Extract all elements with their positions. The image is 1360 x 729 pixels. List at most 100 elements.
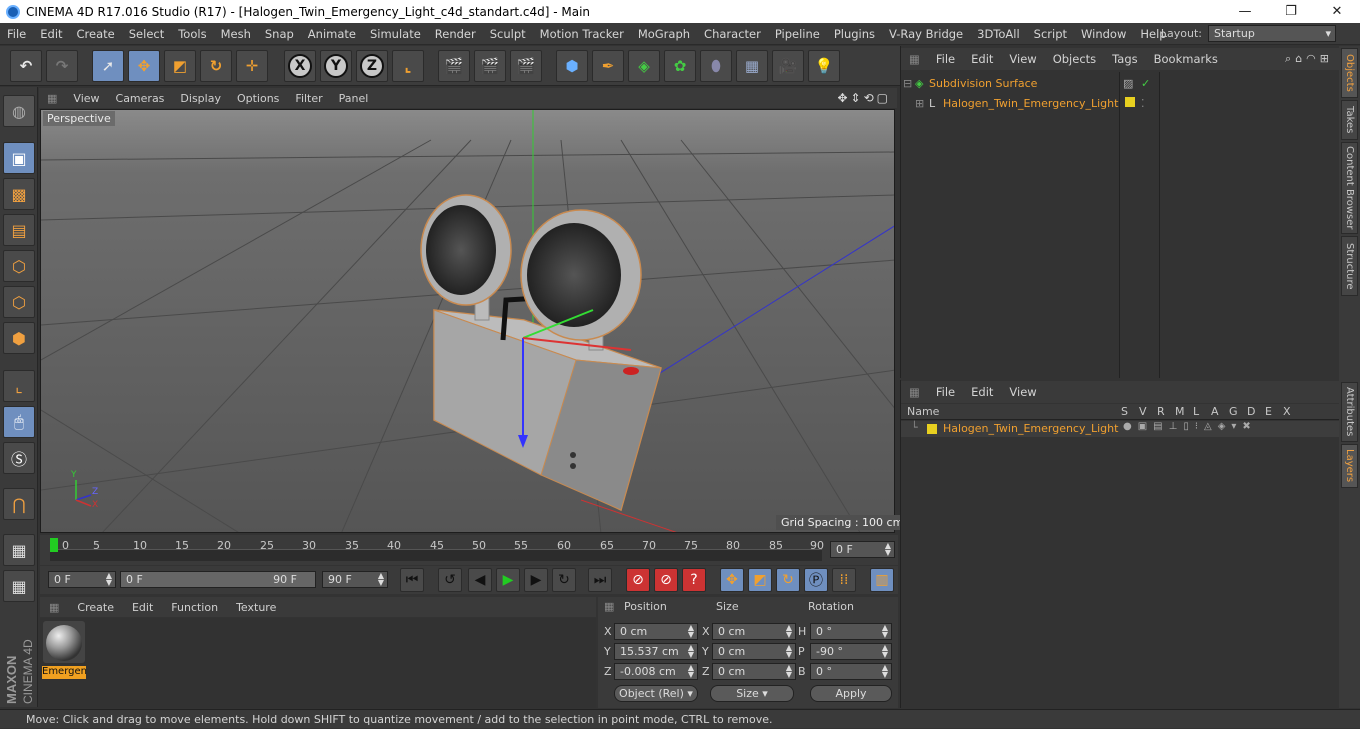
- workplane-icon[interactable]: ▤: [3, 214, 35, 246]
- subdivision-icon[interactable]: ◈: [628, 50, 660, 82]
- rotation-p-field[interactable]: -90 ° ▲ ▼: [810, 643, 892, 660]
- start-frame-field[interactable]: 0 F ▲ ▼: [48, 571, 116, 588]
- coordinate-system-icon[interactable]: ⌞: [392, 50, 424, 82]
- axis-mode-icon[interactable]: ⌞: [3, 370, 35, 402]
- layer-col-x[interactable]: X: [1283, 405, 1291, 418]
- texture-mode-icon[interactable]: ▩: [3, 178, 35, 210]
- tab-content-browser[interactable]: Content Browser: [1341, 142, 1358, 234]
- material-preview-sphere[interactable]: [43, 621, 85, 663]
- layer-color-tag[interactable]: [1125, 97, 1135, 110]
- x-axis-lock-icon[interactable]: X: [284, 50, 316, 82]
- redo-icon[interactable]: ↷: [46, 50, 78, 82]
- polygons-mode-icon[interactable]: ⬢: [3, 322, 35, 354]
- rotation-b-field[interactable]: 0 ° ▲ ▼: [810, 663, 892, 680]
- viewport-menu-filter[interactable]: Filter: [287, 92, 330, 105]
- previous-frame-icon[interactable]: ◀: [468, 568, 492, 592]
- magnet-icon[interactable]: ⋂: [3, 488, 35, 520]
- visibility-dots-icon[interactable]: ⁚: [1141, 97, 1145, 110]
- layer-menu-file[interactable]: File: [928, 385, 963, 399]
- layer-col-e[interactable]: E: [1265, 405, 1272, 418]
- object-menu-tags[interactable]: Tags: [1104, 52, 1145, 66]
- menu-3dtoall[interactable]: 3DToAll: [970, 27, 1027, 41]
- layer-flag-icons[interactable]: ●▣▤⊥▯⁝◬◈▾✖: [1123, 421, 1257, 432]
- material-name-label[interactable]: Emergen: [42, 666, 86, 679]
- tree-expand-icon[interactable]: ⊞: [915, 97, 929, 110]
- menu-create[interactable]: Create: [70, 27, 122, 41]
- render-view-icon[interactable]: 🎬: [438, 50, 470, 82]
- object-name[interactable]: Halogen_Twin_Emergency_Light: [943, 97, 1118, 110]
- menu-character[interactable]: Character: [697, 27, 768, 41]
- 3d-viewport[interactable]: Y Z X: [40, 109, 895, 533]
- layer-name-header[interactable]: Name: [907, 405, 939, 418]
- layer-menu-edit[interactable]: Edit: [963, 385, 1001, 399]
- edges-mode-icon[interactable]: ⬡: [3, 286, 35, 318]
- menu-vray-bridge[interactable]: V-Ray Bridge: [882, 27, 970, 41]
- layer-col-r[interactable]: R: [1157, 405, 1165, 418]
- viewport-menu-cameras[interactable]: Cameras: [108, 92, 173, 105]
- layer-col-g[interactable]: G: [1229, 405, 1238, 418]
- menu-script[interactable]: Script: [1027, 27, 1074, 41]
- layer-row[interactable]: └ Halogen_Twin_Emergency_Light ●▣▤⊥▯⁝◬◈▾…: [901, 421, 1339, 437]
- layer-col-s[interactable]: S: [1121, 405, 1128, 418]
- tab-objects[interactable]: Objects: [1341, 48, 1358, 98]
- layer-menu-view[interactable]: View: [1001, 385, 1044, 399]
- floor-icon[interactable]: ▦: [736, 50, 768, 82]
- key-pla-icon[interactable]: ⁞⁞: [832, 568, 856, 592]
- material-menu-texture[interactable]: Texture: [227, 601, 285, 614]
- layer-col-l[interactable]: L: [1193, 405, 1199, 418]
- viewport-menu-display[interactable]: Display: [172, 92, 229, 105]
- object-menu-edit[interactable]: Edit: [963, 52, 1001, 66]
- render-picture-viewer-icon[interactable]: 🎬: [474, 50, 506, 82]
- size-z-field[interactable]: 0 cm ▲ ▼: [712, 663, 796, 680]
- light-icon[interactable]: 💡: [808, 50, 840, 82]
- pen-spline-icon[interactable]: ✒: [592, 50, 624, 82]
- viewport-navigation-icons[interactable]: ✥⇕⟲▢: [837, 91, 891, 105]
- layer-col-m[interactable]: M: [1175, 405, 1185, 418]
- viewport-menu-panel[interactable]: Panel: [331, 92, 377, 105]
- model-mode-icon[interactable]: ▣: [3, 142, 35, 174]
- go-to-end-icon[interactable]: ⏭: [588, 568, 612, 592]
- z-axis-lock-icon[interactable]: Z: [356, 50, 388, 82]
- undo-icon[interactable]: ↶: [10, 50, 42, 82]
- layer-col-a[interactable]: A: [1211, 405, 1219, 418]
- size-y-field[interactable]: 0 cm ▲ ▼: [712, 643, 796, 660]
- array-icon[interactable]: ✿: [664, 50, 696, 82]
- key-parameter-icon[interactable]: Ⓟ: [804, 568, 828, 592]
- end-frame-field[interactable]: 90 F ▲ ▼: [322, 571, 388, 588]
- key-rotation-icon[interactable]: ↻: [776, 568, 800, 592]
- viewport-menu-options[interactable]: Options: [229, 92, 287, 105]
- camera-icon[interactable]: 🎥: [772, 50, 804, 82]
- apply-button[interactable]: Apply: [810, 685, 892, 702]
- cube-primitive-icon[interactable]: ⬢: [556, 50, 588, 82]
- menu-motion-tracker[interactable]: Motion Tracker: [533, 27, 631, 41]
- timeline-ruler[interactable]: 0 5 10 15 20 25 30 35 40 45 50 55 60 65 …: [40, 535, 898, 565]
- timeline-playhead[interactable]: [50, 538, 58, 552]
- tweak-mode-icon[interactable]: 🖱: [3, 406, 35, 438]
- make-editable-icon[interactable]: ◍: [3, 95, 35, 127]
- record-keys-icon[interactable]: ⊘: [626, 568, 650, 592]
- visibility-toggle-icon[interactable]: ▨: [1123, 77, 1133, 90]
- menu-pipeline[interactable]: Pipeline: [768, 27, 827, 41]
- tree-collapse-icon[interactable]: ⊟: [903, 77, 915, 90]
- menu-sculpt[interactable]: Sculpt: [483, 27, 533, 41]
- object-menu-objects[interactable]: Objects: [1045, 52, 1104, 66]
- render-settings-icon[interactable]: 🎬: [510, 50, 542, 82]
- menu-simulate[interactable]: Simulate: [363, 27, 428, 41]
- position-x-field[interactable]: 0 cm ▲ ▼: [614, 623, 698, 640]
- size-mode-dropdown[interactable]: Size ▾: [710, 685, 794, 702]
- object-search-nav-icons[interactable]: ⌕⌂◠⊞: [1285, 52, 1333, 66]
- tab-structure[interactable]: Structure: [1341, 236, 1358, 296]
- maximize-icon[interactable]: ❐: [1268, 0, 1314, 23]
- current-frame-field[interactable]: 0 F ▲ ▼: [830, 541, 895, 558]
- object-row-subdivision[interactable]: ⊟ ◈ Subdivision Surface ▨ ✓: [903, 74, 1339, 92]
- rotate-tool-icon[interactable]: ↻: [200, 50, 232, 82]
- menu-animate[interactable]: Animate: [301, 27, 363, 41]
- keyframe-selection-icon[interactable]: ?: [682, 568, 706, 592]
- menu-select[interactable]: Select: [122, 27, 171, 41]
- selection-arrow-icon[interactable]: ➚: [92, 50, 124, 82]
- menu-window[interactable]: Window: [1074, 27, 1133, 41]
- menu-render[interactable]: Render: [428, 27, 483, 41]
- object-menu-file[interactable]: File: [928, 52, 963, 66]
- position-y-field[interactable]: 15.537 cm ▲ ▼: [614, 643, 698, 660]
- tab-takes[interactable]: Takes: [1341, 100, 1358, 140]
